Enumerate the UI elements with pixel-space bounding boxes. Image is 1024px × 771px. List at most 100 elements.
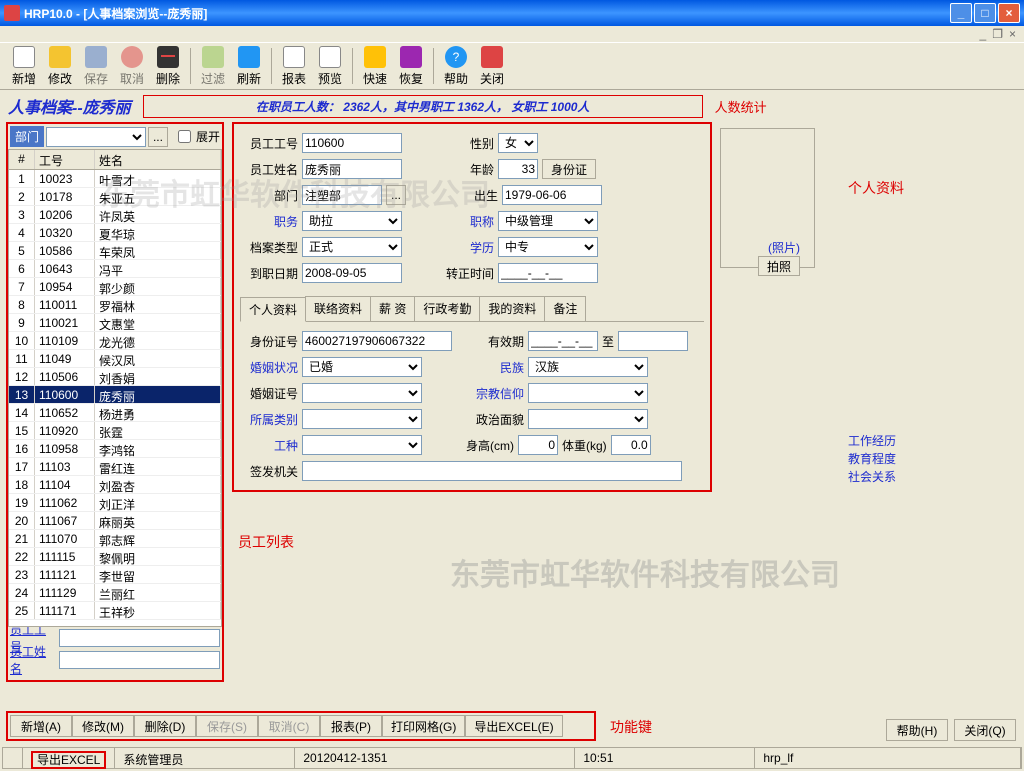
certno-select[interactable] bbox=[302, 383, 422, 403]
dept-input[interactable] bbox=[302, 185, 382, 205]
archive-select[interactable]: 正式 bbox=[302, 237, 402, 257]
table-row[interactable]: 20111067麻丽英 bbox=[9, 512, 221, 530]
btn-report[interactable]: 报表(P) bbox=[320, 715, 382, 737]
tb-help[interactable]: ?帮助 bbox=[438, 44, 474, 89]
dept-select[interactable] bbox=[46, 127, 146, 147]
col-header-n[interactable]: # bbox=[9, 150, 35, 169]
politics-select[interactable] bbox=[528, 409, 648, 429]
tb-save[interactable]: 保存 bbox=[78, 44, 114, 89]
valid-from-input[interactable] bbox=[528, 331, 598, 351]
btn-excel[interactable]: 导出EXCEL(E) bbox=[465, 715, 562, 737]
name-input[interactable] bbox=[302, 159, 402, 179]
table-row[interactable]: 1111049候汉凤 bbox=[9, 350, 221, 368]
table-row[interactable]: 15110920张霆 bbox=[9, 422, 221, 440]
link-social[interactable]: 社会关系 bbox=[848, 468, 896, 486]
height-input[interactable] bbox=[518, 435, 558, 455]
tb-restore[interactable]: 恢复 bbox=[393, 44, 429, 89]
age-input[interactable] bbox=[498, 159, 538, 179]
table-row[interactable]: 22111115黎佩明 bbox=[9, 548, 221, 566]
nation-select[interactable]: 汉族 bbox=[528, 357, 648, 377]
empno-input[interactable] bbox=[302, 133, 402, 153]
btn-edit[interactable]: 修改(M) bbox=[72, 715, 134, 737]
filter-name-input[interactable] bbox=[59, 651, 220, 669]
tab-personal[interactable]: 个人资料 bbox=[240, 297, 306, 322]
duty-select[interactable]: 助拉 bbox=[302, 211, 402, 231]
idno-input[interactable] bbox=[302, 331, 452, 351]
tab-attendance[interactable]: 行政考勤 bbox=[414, 296, 480, 321]
idcard-button[interactable]: 身份证 bbox=[542, 159, 596, 179]
btn-help[interactable]: 帮助(H) bbox=[886, 719, 948, 741]
marital-select[interactable]: 已婚 bbox=[302, 357, 422, 377]
col-header-id[interactable]: 工号 bbox=[35, 150, 95, 169]
btn-delete[interactable]: 删除(D) bbox=[134, 715, 196, 737]
mdi-min-icon[interactable]: _ bbox=[980, 27, 987, 41]
table-row[interactable]: 310206许凤英 bbox=[9, 206, 221, 224]
table-row[interactable]: 19111062刘正洋 bbox=[9, 494, 221, 512]
table-row[interactable]: 210178朱亚五 bbox=[9, 188, 221, 206]
tb-delete[interactable]: 删除 bbox=[150, 44, 186, 89]
table-row[interactable]: 23111121李世留 bbox=[9, 566, 221, 584]
btn-add[interactable]: 新增(A) bbox=[10, 715, 72, 737]
table-row[interactable]: 9110021文惠堂 bbox=[9, 314, 221, 332]
tb-fast[interactable]: 快速 bbox=[357, 44, 393, 89]
link-education[interactable]: 教育程度 bbox=[848, 450, 896, 468]
table-row[interactable]: 1711103雷红连 bbox=[9, 458, 221, 476]
tb-report[interactable]: 报表 bbox=[276, 44, 312, 89]
btn-cancel[interactable]: 取消(C) bbox=[258, 715, 320, 737]
tab-remark[interactable]: 备注 bbox=[544, 296, 586, 321]
table-row[interactable]: 14110652杨进勇 bbox=[9, 404, 221, 422]
dept-browse-button[interactable]: ... bbox=[148, 127, 168, 147]
table-row[interactable]: 21111070郭志辉 bbox=[9, 530, 221, 548]
table-row[interactable]: 25111171王祥秒 bbox=[9, 602, 221, 620]
valid-to-input[interactable] bbox=[618, 331, 688, 351]
tab-contact[interactable]: 联络资料 bbox=[305, 296, 371, 321]
link-workexp[interactable]: 工作经历 bbox=[848, 432, 896, 450]
tb-close[interactable]: 关闭 bbox=[474, 44, 510, 89]
photo-button[interactable]: 拍照 bbox=[758, 256, 800, 276]
title-select[interactable]: 中级管理 bbox=[498, 211, 598, 231]
expand-checkbox[interactable]: 展开 bbox=[174, 127, 220, 146]
tb-preview[interactable]: 预览 bbox=[312, 44, 348, 89]
table-row[interactable]: 24111129兰丽红 bbox=[9, 584, 221, 602]
table-row[interactable]: 1811104刘盈杏 bbox=[9, 476, 221, 494]
issuer-input[interactable] bbox=[302, 461, 682, 481]
filter-id-input[interactable] bbox=[59, 629, 220, 647]
weight-input[interactable] bbox=[611, 435, 651, 455]
edu-select[interactable]: 中专 bbox=[498, 237, 598, 257]
tab-salary[interactable]: 薪 资 bbox=[370, 296, 415, 321]
col-header-name[interactable]: 姓名 bbox=[95, 150, 221, 169]
table-row[interactable]: 13110600庞秀丽 bbox=[9, 386, 221, 404]
minimize-button[interactable]: _ bbox=[950, 3, 972, 23]
close-button[interactable]: × bbox=[998, 3, 1020, 23]
table-row[interactable]: 16110958李鸿铭 bbox=[9, 440, 221, 458]
btn-save[interactable]: 保存(S) bbox=[196, 715, 258, 737]
gender-select[interactable]: 女 bbox=[498, 133, 538, 153]
btn-close[interactable]: 关闭(Q) bbox=[954, 719, 1016, 741]
tb-edit[interactable]: 修改 bbox=[42, 44, 78, 89]
category-select[interactable] bbox=[302, 409, 422, 429]
hiredate-input[interactable] bbox=[302, 263, 402, 283]
tb-refresh[interactable]: 刷新 bbox=[231, 44, 267, 89]
tb-filter[interactable]: 过滤 bbox=[195, 44, 231, 89]
mdi-restore-icon[interactable]: ❐ bbox=[992, 27, 1003, 41]
table-row[interactable]: 510586车荣凤 bbox=[9, 242, 221, 260]
regular-input[interactable] bbox=[498, 263, 598, 283]
table-row[interactable]: 710954郭少颜 bbox=[9, 278, 221, 296]
grid-body[interactable]: 110023叶雪才210178朱亚五310206许凤英410320夏华琼5105… bbox=[9, 170, 221, 627]
table-row[interactable]: 110023叶雪才 bbox=[9, 170, 221, 188]
table-row[interactable]: 8110011罗福林 bbox=[9, 296, 221, 314]
btn-print[interactable]: 打印网格(G) bbox=[382, 715, 465, 737]
religion-select[interactable] bbox=[528, 383, 648, 403]
tab-myinfo[interactable]: 我的资料 bbox=[479, 296, 545, 321]
maximize-button[interactable]: □ bbox=[974, 3, 996, 23]
table-row[interactable]: 12110506刘香娟 bbox=[9, 368, 221, 386]
table-row[interactable]: 610643冯平 bbox=[9, 260, 221, 278]
tb-add[interactable]: 新增 bbox=[6, 44, 42, 89]
table-row[interactable]: 410320夏华琼 bbox=[9, 224, 221, 242]
mdi-close-icon[interactable]: × bbox=[1009, 27, 1016, 41]
table-row[interactable]: 10110109龙光德 bbox=[9, 332, 221, 350]
dept-lookup-button[interactable]: ... bbox=[386, 185, 406, 205]
birth-input[interactable] bbox=[502, 185, 602, 205]
tb-cancel[interactable]: 取消 bbox=[114, 44, 150, 89]
worktype-select[interactable] bbox=[302, 435, 422, 455]
